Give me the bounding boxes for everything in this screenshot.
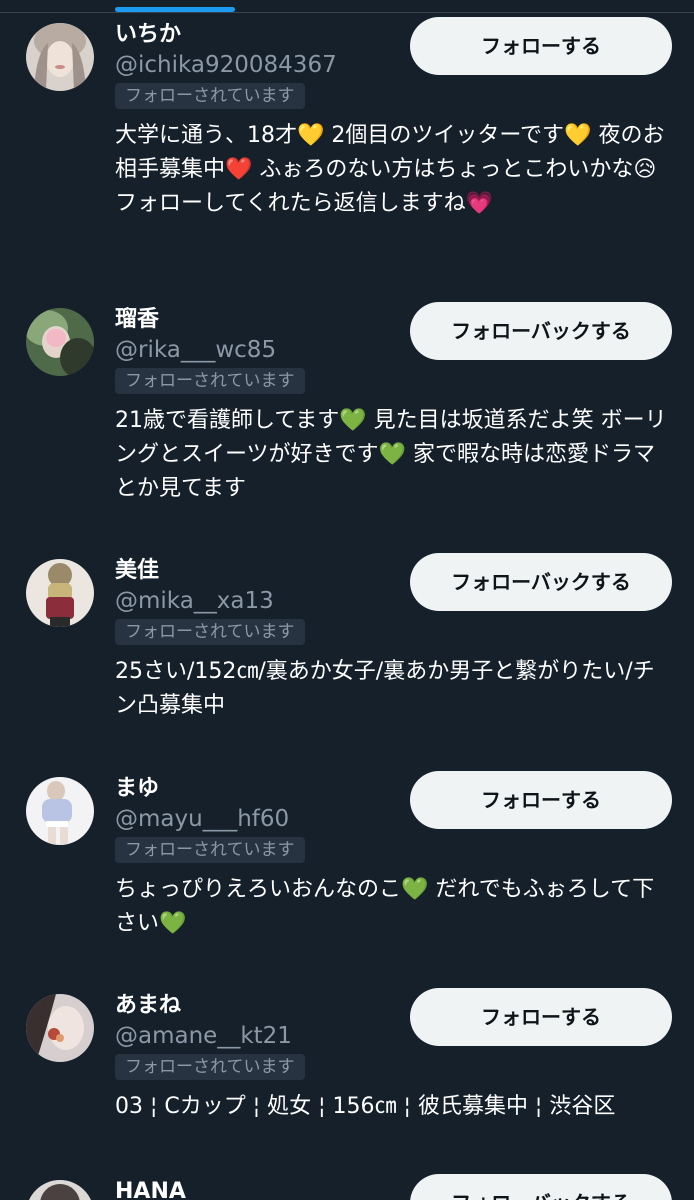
user-bio: 03 ¦ Cカップ ¦ 処女 ¦ 156㎝ ¦ 彼氏募集中 ¦ 渋谷区 — [115, 1094, 616, 1119]
user-name: 瑠香 — [115, 307, 160, 332]
follow-button[interactable]: フォローする — [410, 988, 672, 1046]
follows-you-badge: フォローされています — [115, 619, 305, 645]
user-handle: @mika__xa13 — [115, 588, 274, 614]
avatar[interactable] — [26, 1180, 94, 1200]
user-handle: @rika___wc85 — [115, 337, 277, 363]
user-name: あまね — [115, 993, 182, 1018]
user-bio: ちょっぴりえろいおんなのこ💚 だれでもふぉろして下さい💚 — [115, 877, 655, 936]
follow-back-button[interactable]: フォローバックする — [410, 1174, 672, 1200]
divider — [0, 12, 694, 13]
follow-button[interactable]: フォローする — [410, 771, 672, 829]
user-bio: 21歳で看護師してます💚 見た目は坂道系だよ笑 ボーリングとスイーツが好きです💚… — [115, 408, 667, 501]
follow-back-button[interactable]: フォローバックする — [410, 302, 672, 360]
follows-you-badge: フォローされています — [115, 83, 305, 109]
follow-back-button[interactable]: フォローバックする — [410, 553, 672, 611]
avatar[interactable] — [26, 777, 94, 845]
follower-list-screen: いちか @ichika920084367 フォローされています フォローする 大… — [0, 0, 694, 1200]
user-handle: @mayu___hf60 — [115, 806, 290, 832]
user-handle: @ichika920084367 — [115, 52, 337, 78]
user-bio: 大学に通う、18才💛 2個目のツイッターです💛 夜のお相手募集中❤️ ふぉろのな… — [115, 123, 665, 216]
user-name: まゆ — [115, 776, 160, 801]
follows-you-badge: フォローされています — [115, 837, 305, 863]
user-name: いちか — [115, 22, 182, 47]
user-name: 美佳 — [115, 558, 160, 583]
follows-you-badge: フォローされています — [115, 368, 305, 394]
follow-button[interactable]: フォローする — [410, 17, 672, 75]
avatar[interactable] — [26, 559, 94, 627]
avatar[interactable] — [26, 308, 94, 376]
user-bio: 25さい/152㎝/裏あか女子/裏あか男子と繋がりたい/チン凸募集中 — [115, 659, 655, 718]
user-handle: @amane__kt21 — [115, 1023, 292, 1049]
user-name: HANA — [115, 1179, 186, 1200]
follows-you-badge: フォローされています — [115, 1054, 305, 1080]
avatar[interactable] — [26, 23, 94, 91]
avatar[interactable] — [26, 994, 94, 1062]
